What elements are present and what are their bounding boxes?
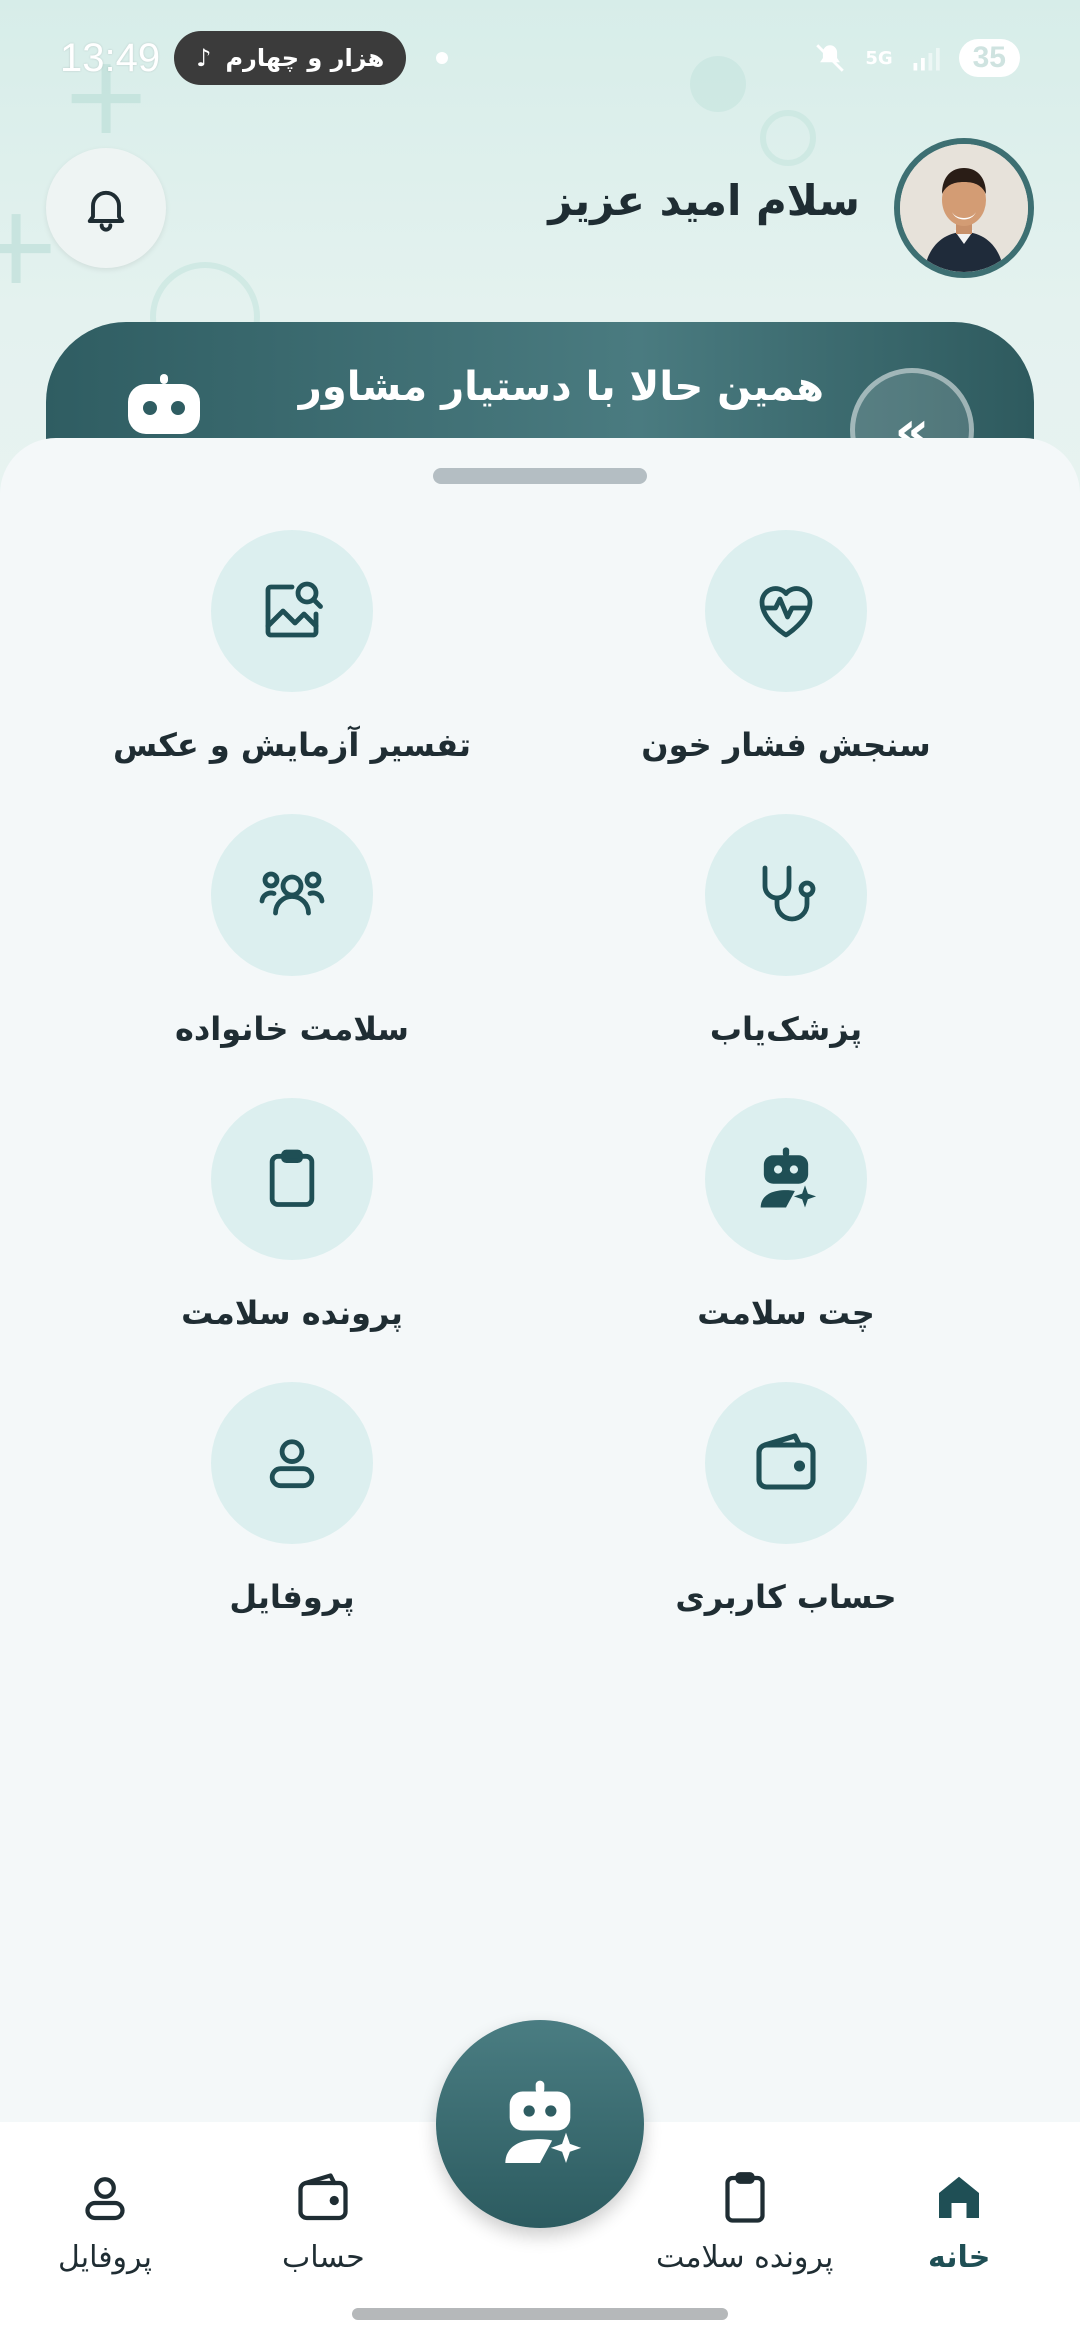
status-bar: 13:49 ♪ هزار و چهارم 5G 35 bbox=[60, 30, 1020, 86]
nav-label: حساب bbox=[282, 2240, 365, 2275]
tile-icon-circle bbox=[211, 530, 373, 692]
tile-label: چت سلامت bbox=[697, 1294, 875, 1332]
tile-label: پرونده سلامت bbox=[181, 1294, 403, 1332]
home-icon bbox=[929, 2168, 989, 2228]
notifications-button[interactable] bbox=[46, 148, 166, 268]
wallet-icon bbox=[293, 2168, 353, 2228]
tile-icon-circle bbox=[705, 1098, 867, 1260]
tile-label: تفسیر آزمایش و عکس bbox=[112, 726, 472, 764]
tile-label: حساب کاربری bbox=[675, 1578, 897, 1616]
tile-blood-pressure[interactable]: سنجش فشار خون bbox=[586, 530, 986, 764]
user-icon bbox=[75, 2168, 135, 2228]
user-icon bbox=[258, 1429, 326, 1497]
bell-icon bbox=[80, 182, 132, 234]
battery-indicator: 35 bbox=[958, 39, 1020, 77]
tile-label: پزشک‌یاب bbox=[709, 1010, 863, 1048]
network-type: 5G bbox=[865, 47, 893, 69]
nav-label: پروفایل bbox=[58, 2240, 152, 2275]
tile-profile[interactable]: پروفایل bbox=[92, 1382, 492, 1616]
ai-robot-icon bbox=[488, 2072, 592, 2176]
tile-user-account[interactable]: حساب کاربری bbox=[586, 1382, 986, 1616]
tile-label: سنجش فشار خون bbox=[641, 726, 931, 764]
tile-icon-circle bbox=[211, 814, 373, 976]
nav-label: پرونده سلامت bbox=[656, 2240, 834, 2275]
avatar-image bbox=[900, 144, 1028, 272]
circle-decoration bbox=[760, 110, 816, 166]
now-playing-title: هزار و چهارم bbox=[225, 44, 385, 72]
clock: 13:49 bbox=[60, 35, 161, 80]
tile-icon-circle bbox=[705, 814, 867, 976]
ai-assistant-fab[interactable] bbox=[436, 2020, 644, 2228]
banner-title: همین حالا با دستیار مشاور bbox=[298, 364, 824, 410]
tile-lab-interpretation[interactable]: تفسیر آزمایش و عکس bbox=[92, 530, 492, 764]
tile-label: سلامت خانواده bbox=[174, 1010, 410, 1048]
system-home-indicator[interactable] bbox=[352, 2308, 728, 2320]
now-playing-pill[interactable]: ♪ هزار و چهارم bbox=[174, 31, 407, 85]
tile-health-record[interactable]: پرونده سلامت bbox=[92, 1098, 492, 1332]
image-search-icon bbox=[256, 575, 328, 647]
clipboard-icon bbox=[715, 2168, 775, 2228]
notification-dot bbox=[436, 52, 449, 64]
avatar[interactable] bbox=[894, 138, 1034, 278]
greeting-text: سلام امید عزیز bbox=[548, 176, 860, 225]
services-sheet: سنجش فشار خون تفسیر آزمایش و عکس bbox=[0, 438, 1080, 2138]
nav-account[interactable]: حساب bbox=[282, 2168, 365, 2275]
robot-icon bbox=[126, 374, 202, 438]
nav-home[interactable]: خانه bbox=[928, 2168, 990, 2275]
wallet-icon bbox=[750, 1427, 822, 1499]
tile-family-health[interactable]: سلامت خانواده bbox=[92, 814, 492, 1048]
stethoscope-icon bbox=[750, 859, 822, 931]
tile-icon-circle bbox=[211, 1382, 373, 1544]
tile-icon-circle bbox=[211, 1098, 373, 1260]
music-note-icon: ♪ bbox=[196, 44, 212, 72]
signal-icon bbox=[911, 43, 941, 73]
status-icons: 5G 35 bbox=[813, 39, 1020, 77]
tile-icon-circle bbox=[705, 1382, 867, 1544]
nav-label: خانه bbox=[928, 2240, 991, 2275]
nav-health-record[interactable]: پرونده سلامت bbox=[656, 2168, 833, 2275]
mute-icon bbox=[813, 41, 847, 75]
nav-profile[interactable]: پروفایل bbox=[58, 2168, 152, 2275]
tile-health-chat[interactable]: چت سلامت bbox=[586, 1098, 986, 1332]
tile-doctor-finder[interactable]: پزشک‌یاب bbox=[586, 814, 986, 1048]
tile-label: پروفایل bbox=[229, 1578, 355, 1616]
family-icon bbox=[256, 859, 328, 931]
drag-handle[interactable] bbox=[433, 468, 647, 484]
tile-icon-circle bbox=[705, 530, 867, 692]
ai-robot-icon bbox=[748, 1141, 824, 1217]
heart-pulse-icon bbox=[750, 575, 822, 647]
clipboard-icon bbox=[258, 1145, 326, 1213]
